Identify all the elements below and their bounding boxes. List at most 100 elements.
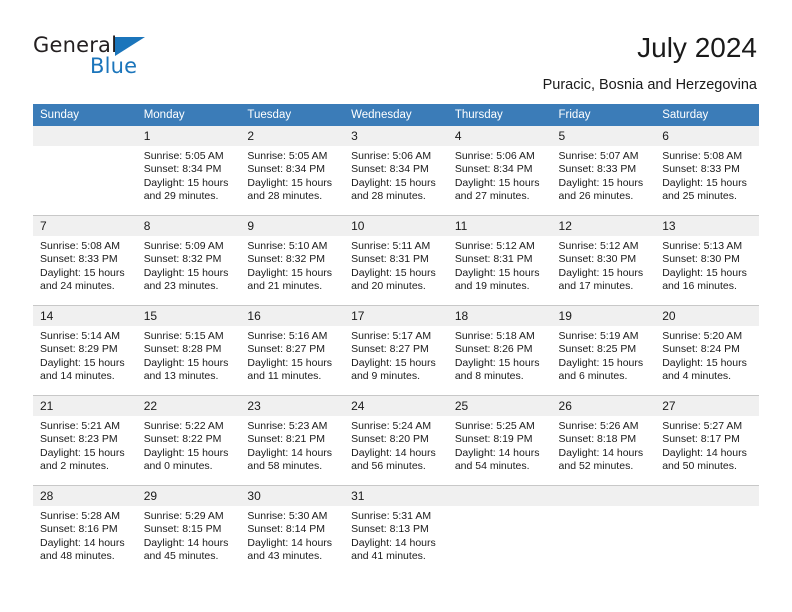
sunrise-time: Sunrise: 5:12 AM [454, 240, 535, 252]
calendar-day-cell[interactable]: 5 Sunrise: 5:07 AM Sunset: 8:33 PM Daylight… [551, 126, 656, 216]
daylight-duration-line2: and 9 minutes. [351, 370, 420, 383]
sunrise-time: Sunrise: 5:25 AM [454, 420, 535, 432]
calendar-day-cell-empty [33, 126, 137, 216]
daylight-duration-line2: and 52 minutes. [558, 460, 634, 473]
sunset-time: Sunset: 8:29 PM [40, 343, 118, 356]
daylight-duration-line2: and 27 minutes. [454, 190, 530, 203]
calendar-day-cell[interactable]: 22 Sunrise: 5:22 AM Sunset: 8:22 PM Dayligh… [136, 395, 241, 486]
calendar-day-cell[interactable]: 1 Sunrise: 5:05 AM Sunset: 8:34 PM Daylight… [136, 126, 241, 216]
daylight-duration-line1: Daylight: 14 hours [454, 446, 540, 459]
daylight-duration-line1: Daylight: 15 hours [40, 446, 125, 459]
day-number: 14 [33, 306, 137, 326]
calendar-day-cell[interactable]: 25 Sunrise: 5:25 AM Sunset: 8:19 PM Dayligh… [447, 395, 552, 486]
calendar-day-cell[interactable]: 2 Sunrise: 5:05 AM Sunset: 8:34 PM Daylight… [240, 126, 345, 216]
sunrise-time: Sunrise: 5:08 AM [662, 150, 743, 162]
page-header: General Blue July 2024 Puracic, Bosnia a… [0, 0, 792, 100]
day-number: 30 [240, 486, 345, 506]
calendar-day-cell[interactable]: 16 Sunrise: 5:16 AM Sunset: 8:27 PM Dayligh… [240, 305, 345, 396]
sunrise-time: Sunrise: 5:27 AM [662, 420, 743, 432]
sunrise-time: Sunrise: 5:29 AM [143, 510, 224, 522]
general-blue-logo[interactable]: General Blue [33, 33, 163, 81]
calendar-day-cell[interactable]: 27 Sunrise: 5:27 AM Sunset: 8:17 PM Dayligh… [655, 395, 759, 486]
day-sun-info: Sunrise: 5:16 AM Sunset: 8:27 PM Daylight:… [240, 326, 344, 384]
calendar-day-cell[interactable]: 31 Sunrise: 5:31 AM Sunset: 8:13 PM Dayligh… [344, 485, 448, 575]
calendar-day-cell[interactable]: 24 Sunrise: 5:24 AM Sunset: 8:20 PM Dayligh… [344, 395, 448, 486]
weekday-header-friday: Friday [551, 104, 656, 126]
sunset-time: Sunset: 8:25 PM [558, 343, 637, 356]
calendar-day-cell[interactable]: 11 Sunrise: 5:12 AM Sunset: 8:31 PM Dayligh… [447, 215, 552, 306]
calendar-day-cell[interactable]: 21 Sunrise: 5:21 AM Sunset: 8:23 PM Dayligh… [33, 395, 137, 486]
daylight-duration-line2: and 28 minutes. [351, 190, 426, 203]
daylight-duration-line2: and 20 minutes. [351, 280, 426, 293]
day-number: 31 [344, 486, 448, 506]
daylight-duration-line1: Daylight: 15 hours [40, 356, 125, 369]
day-number: 27 [655, 396, 759, 416]
sunrise-time: Sunrise: 5:05 AM [143, 150, 224, 162]
calendar-day-cell[interactable]: 4 Sunrise: 5:06 AM Sunset: 8:34 PM Daylight… [447, 126, 552, 216]
daylight-duration-line1: Daylight: 15 hours [454, 176, 540, 189]
sunrise-time: Sunrise: 5:21 AM [40, 420, 120, 432]
calendar-day-cell-empty [447, 485, 552, 575]
sunset-time: Sunset: 8:23 PM [40, 433, 118, 446]
calendar-day-cell[interactable]: 17 Sunrise: 5:17 AM Sunset: 8:27 PM Dayligh… [344, 305, 448, 396]
daylight-duration-line1: Daylight: 15 hours [351, 356, 436, 369]
calendar-page: General Blue July 2024 Puracic, Bosnia a… [0, 0, 792, 612]
daylight-duration-line1: Daylight: 15 hours [662, 176, 747, 189]
daylight-duration-line2: and 17 minutes. [558, 280, 634, 293]
day-sun-info: Sunrise: 5:21 AM Sunset: 8:23 PM Daylight:… [33, 416, 137, 474]
day-sun-info: Sunrise: 5:30 AM Sunset: 8:14 PM Daylight:… [240, 506, 344, 564]
calendar-day-cell[interactable]: 26 Sunrise: 5:26 AM Sunset: 8:18 PM Dayligh… [551, 395, 656, 486]
calendar-day-cell[interactable]: 30 Sunrise: 5:30 AM Sunset: 8:14 PM Dayligh… [240, 485, 345, 575]
calendar-day-cell[interactable]: 3 Sunrise: 5:06 AM Sunset: 8:34 PM Daylight… [344, 126, 448, 216]
calendar-day-cell[interactable]: 7 Sunrise: 5:08 AM Sunset: 8:33 PM Daylight… [33, 215, 137, 306]
day-number: 28 [33, 486, 137, 506]
day-number: 6 [655, 126, 759, 146]
calendar-table: Sunday Monday Tuesday Wednesday Thursday… [33, 104, 759, 575]
calendar-day-cell[interactable]: 15 Sunrise: 5:15 AM Sunset: 8:28 PM Dayligh… [136, 305, 241, 396]
day-number: 15 [136, 306, 241, 326]
calendar-day-cell[interactable]: 10 Sunrise: 5:11 AM Sunset: 8:31 PM Dayligh… [344, 215, 448, 306]
daylight-duration-line1: Daylight: 15 hours [662, 356, 747, 369]
sunrise-time: Sunrise: 5:11 AM [351, 240, 431, 252]
calendar-day-cell[interactable]: 9 Sunrise: 5:10 AM Sunset: 8:32 PM Daylight… [240, 215, 345, 306]
calendar-weekday-header-row: Sunday Monday Tuesday Wednesday Thursday… [33, 104, 759, 126]
weekday-header-thursday: Thursday [447, 104, 552, 126]
day-number: 17 [344, 306, 448, 326]
day-number [447, 486, 552, 506]
calendar-day-cell[interactable]: 28 Sunrise: 5:28 AM Sunset: 8:16 PM Dayligh… [33, 485, 137, 575]
calendar-day-cell[interactable]: 14 Sunrise: 5:14 AM Sunset: 8:29 PM Dayligh… [33, 305, 137, 396]
sunrise-time: Sunrise: 5:31 AM [351, 510, 432, 522]
sunrise-time: Sunrise: 5:15 AM [143, 330, 224, 342]
sunset-time: Sunset: 8:17 PM [662, 433, 740, 446]
daylight-duration-line2: and 50 minutes. [662, 460, 737, 473]
calendar-day-cell[interactable]: 23 Sunrise: 5:23 AM Sunset: 8:21 PM Dayligh… [240, 395, 345, 486]
sunset-time: Sunset: 8:18 PM [558, 433, 637, 446]
calendar-day-cell[interactable]: 6 Sunrise: 5:08 AM Sunset: 8:33 PM Daylight… [655, 126, 759, 216]
day-number: 7 [33, 216, 137, 236]
weekday-header-wednesday: Wednesday [344, 104, 448, 126]
sunrise-time: Sunrise: 5:10 AM [247, 240, 328, 252]
sunrise-time: Sunrise: 5:13 AM [662, 240, 743, 252]
day-number: 20 [655, 306, 759, 326]
weekday-header-monday: Monday [136, 104, 241, 126]
sunset-time: Sunset: 8:22 PM [143, 433, 222, 446]
day-number: 2 [240, 126, 345, 146]
calendar-day-cell[interactable]: 20 Sunrise: 5:20 AM Sunset: 8:24 PM Dayligh… [655, 305, 759, 396]
day-sun-info: Sunrise: 5:18 AM Sunset: 8:26 PM Daylight:… [448, 326, 552, 384]
day-sun-info: Sunrise: 5:27 AM Sunset: 8:17 PM Daylight:… [655, 416, 759, 474]
calendar-day-cell[interactable]: 19 Sunrise: 5:19 AM Sunset: 8:25 PM Dayligh… [551, 305, 656, 396]
calendar-day-cell[interactable]: 13 Sunrise: 5:13 AM Sunset: 8:30 PM Dayligh… [655, 215, 759, 306]
day-number: 3 [344, 126, 448, 146]
calendar-day-cell[interactable]: 12 Sunrise: 5:12 AM Sunset: 8:30 PM Dayligh… [551, 215, 656, 306]
daylight-duration-line1: Daylight: 15 hours [247, 356, 333, 369]
day-sun-info: Sunrise: 5:07 AM Sunset: 8:33 PM Daylight:… [552, 146, 656, 204]
day-sun-info: Sunrise: 5:12 AM Sunset: 8:31 PM Daylight:… [448, 236, 552, 294]
daylight-duration-line1: Daylight: 14 hours [558, 446, 644, 459]
day-number: 12 [551, 216, 656, 236]
day-sun-info: Sunrise: 5:14 AM Sunset: 8:29 PM Daylight:… [33, 326, 137, 384]
calendar-day-cell[interactable]: 29 Sunrise: 5:29 AM Sunset: 8:15 PM Dayligh… [136, 485, 241, 575]
calendar-day-cell[interactable]: 18 Sunrise: 5:18 AM Sunset: 8:26 PM Dayligh… [447, 305, 552, 396]
sunrise-time: Sunrise: 5:08 AM [40, 240, 120, 252]
sunset-time: Sunset: 8:30 PM [662, 253, 740, 266]
calendar-day-cell[interactable]: 8 Sunrise: 5:09 AM Sunset: 8:32 PM Daylight… [136, 215, 241, 306]
